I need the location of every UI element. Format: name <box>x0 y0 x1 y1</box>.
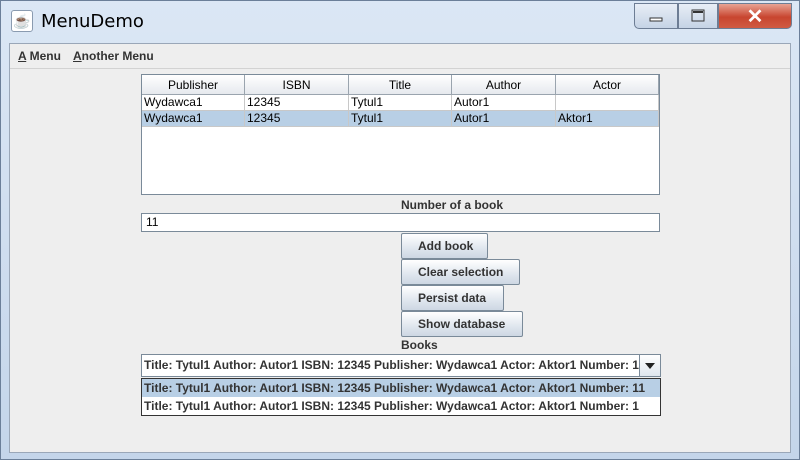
table-cell[interactable]: Autor1 <box>452 111 556 127</box>
add-book-button[interactable]: Add book <box>401 233 488 259</box>
java-cup-icon: ☕ <box>11 10 33 32</box>
content-pane: A Menu Another Menu Publisher ISBN Title… <box>9 43 791 453</box>
persist-data-button[interactable]: Persist data <box>401 285 504 311</box>
window-title: MenuDemo <box>41 11 144 32</box>
table-cell[interactable]: Autor1 <box>452 95 556 111</box>
close-icon: ✕ <box>746 5 764 28</box>
table-cell[interactable]: 12345 <box>245 95 349 111</box>
title-bar[interactable]: ☕ MenuDemo ✕ <box>1 1 799 43</box>
column-header-publisher[interactable]: Publisher <box>142 75 245 95</box>
chevron-down-icon <box>645 362 655 369</box>
table-row[interactable]: Wydawca1 12345 Tytul1 Autor1 <box>142 95 659 111</box>
minimize-button[interactable] <box>634 3 678 29</box>
combobox-selected-value: Title: Tytul1 Author: Autor1 ISBN: 12345… <box>144 358 645 372</box>
show-database-button[interactable]: Show database <box>401 311 523 337</box>
maximize-button[interactable] <box>678 3 718 29</box>
books-combobox[interactable]: Title: Tytul1 Author: Autor1 ISBN: 12345… <box>141 354 661 377</box>
table-cell[interactable]: 12345 <box>245 111 349 127</box>
table-cell[interactable]: Tytul1 <box>349 111 452 127</box>
table-cell[interactable]: Aktor1 <box>556 111 659 127</box>
column-header-isbn[interactable]: ISBN <box>245 75 349 95</box>
table-cell[interactable]: Tytul1 <box>349 95 452 111</box>
table-row-selected[interactable]: Wydawca1 12345 Tytul1 Autor1 Aktor1 <box>142 111 659 127</box>
column-header-author[interactable]: Author <box>452 75 556 95</box>
combobox-arrow-button[interactable] <box>639 355 660 376</box>
number-input[interactable]: 11 <box>141 213 660 232</box>
menu-another-menu[interactable]: Another Menu <box>73 49 154 63</box>
app-window: ☕ MenuDemo ✕ A Menu Another Menu Publish… <box>0 0 800 460</box>
list-item-selected[interactable]: Title: Tytul1 Author: Autor1 ISBN: 12345… <box>142 379 660 397</box>
column-header-actor[interactable]: Actor <box>556 75 659 95</box>
books-dropdown-list: Title: Tytul1 Author: Autor1 ISBN: 12345… <box>141 378 661 416</box>
table-header: Publisher ISBN Title Author Actor <box>142 75 659 95</box>
books-table[interactable]: Publisher ISBN Title Author Actor Wydawc… <box>141 74 660 195</box>
menu-bar: A Menu Another Menu <box>10 44 790 69</box>
maximize-icon <box>691 9 705 22</box>
table-cell[interactable]: Wydawca1 <box>142 95 245 111</box>
table-cell[interactable] <box>556 95 659 111</box>
list-item[interactable]: Title: Tytul1 Author: Autor1 ISBN: 12345… <box>142 397 660 415</box>
minimize-icon <box>649 17 663 22</box>
close-button[interactable]: ✕ <box>718 3 792 29</box>
menu-a-menu[interactable]: A Menu <box>18 49 61 63</box>
books-label: Books <box>401 338 438 352</box>
number-label: Number of a book <box>401 198 504 212</box>
clear-selection-button[interactable]: Clear selection <box>401 259 520 285</box>
column-header-title[interactable]: Title <box>349 75 452 95</box>
table-cell[interactable]: Wydawca1 <box>142 111 245 127</box>
